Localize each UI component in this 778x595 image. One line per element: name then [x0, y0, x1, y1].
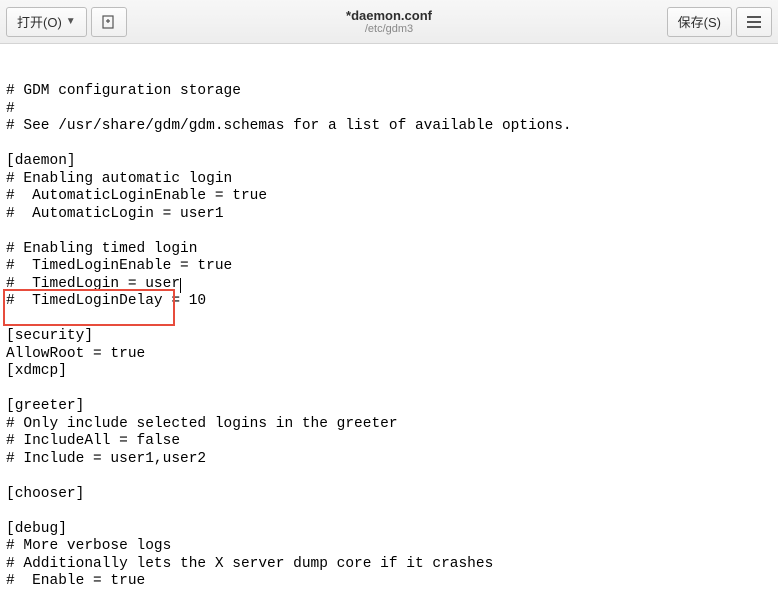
- editor-line: # IncludeAll = false: [6, 433, 772, 451]
- editor-area[interactable]: # GDM configuration storage## See /usr/s…: [0, 44, 778, 595]
- window-title: *daemon.conf: [346, 8, 432, 23]
- editor-line: # TimedLoginEnable = true: [6, 258, 772, 276]
- editor-line: # Include = user1,user2: [6, 451, 772, 469]
- editor-line: AllowRoot = true: [6, 346, 772, 364]
- editor-line: [chooser]: [6, 486, 772, 504]
- editor-line: # TimedLogin = user: [6, 276, 772, 294]
- editor-line: [6, 311, 772, 329]
- new-tab-button[interactable]: [91, 7, 127, 37]
- text-cursor: [180, 278, 181, 293]
- window-subtitle: /etc/gdm3: [346, 23, 432, 35]
- editor-line: # Enabling automatic login: [6, 171, 772, 189]
- editor-line: [greeter]: [6, 398, 772, 416]
- header-left-group: 打开(O) ▼: [6, 7, 127, 37]
- new-tab-icon: [102, 15, 116, 29]
- editor-line: # See /usr/share/gdm/gdm.schemas for a l…: [6, 118, 772, 136]
- hamburger-icon: [747, 14, 761, 30]
- editor-line: #: [6, 101, 772, 119]
- title-area: *daemon.conf /etc/gdm3: [346, 8, 432, 35]
- editor-line: [daemon]: [6, 153, 772, 171]
- save-button[interactable]: 保存(S): [667, 7, 732, 37]
- editor-line: [security]: [6, 328, 772, 346]
- save-button-label: 保存(S): [678, 12, 721, 31]
- open-button[interactable]: 打开(O) ▼: [6, 7, 87, 37]
- editor-line: # AutomaticLogin = user1: [6, 206, 772, 224]
- editor-line: # GDM configuration storage: [6, 83, 772, 101]
- open-button-label: 打开(O): [17, 12, 62, 31]
- header-right-group: 保存(S): [667, 7, 772, 37]
- chevron-down-icon: ▼: [66, 16, 76, 27]
- editor-line: # TimedLoginDelay = 10: [6, 293, 772, 311]
- header-bar: 打开(O) ▼ *daemon.conf /etc/gdm3 保存(S): [0, 0, 778, 44]
- editor-line: # Enabling timed login: [6, 241, 772, 259]
- editor-line: # AutomaticLoginEnable = true: [6, 188, 772, 206]
- editor-line: [6, 503, 772, 521]
- editor-line: # Additionally lets the X server dump co…: [6, 556, 772, 574]
- editor-line: # More verbose logs: [6, 538, 772, 556]
- editor-line: [6, 381, 772, 399]
- editor-line: [6, 468, 772, 486]
- editor-line: [6, 223, 772, 241]
- menu-button[interactable]: [736, 7, 772, 37]
- editor-line: # Only include selected logins in the gr…: [6, 416, 772, 434]
- editor-line: [6, 136, 772, 154]
- editor-line: [xdmcp]: [6, 363, 772, 381]
- editor-line: [debug]: [6, 521, 772, 539]
